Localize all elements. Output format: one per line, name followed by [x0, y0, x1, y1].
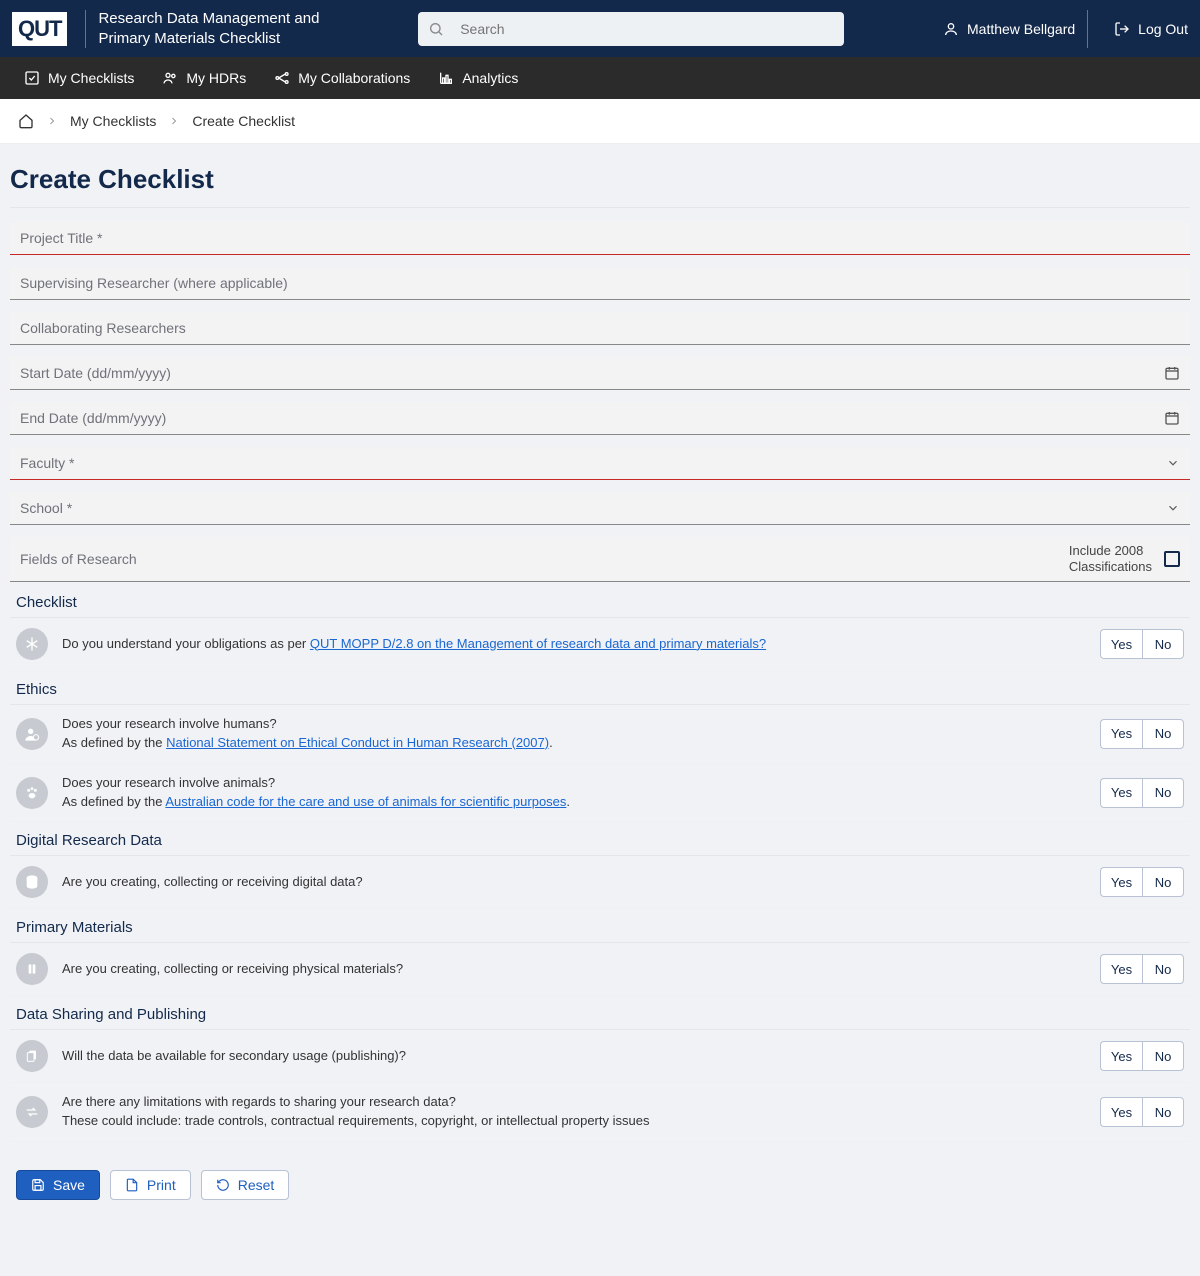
page-title: Create Checklist	[10, 164, 1190, 195]
nav-my-hdrs[interactable]: My HDRs	[148, 57, 260, 99]
yes-button[interactable]: Yes	[1100, 629, 1142, 659]
paw-icon	[16, 777, 48, 809]
search-input[interactable]	[452, 17, 834, 41]
calendar-icon	[1164, 410, 1180, 426]
nav-my-checklists[interactable]: My Checklists	[10, 57, 148, 99]
reset-icon	[216, 1178, 230, 1192]
save-icon	[31, 1178, 45, 1192]
school-select[interactable]: School *	[10, 492, 1190, 525]
no-button[interactable]: No	[1142, 629, 1184, 659]
breadcrumb-my-checklists[interactable]: My Checklists	[70, 113, 156, 129]
search-icon	[428, 21, 444, 37]
yes-button[interactable]: Yes	[1100, 1041, 1142, 1071]
print-button[interactable]: Print	[110, 1170, 191, 1200]
mopp-link[interactable]: QUT MOPP D/2.8 on the Management of rese…	[310, 636, 766, 651]
top-bar: QUT Research Data Management and Primary…	[0, 0, 1200, 57]
supervising-researcher-field[interactable]: Supervising Researcher (where applicable…	[10, 267, 1190, 300]
no-button[interactable]: No	[1142, 954, 1184, 984]
chevron-down-icon	[1166, 456, 1180, 470]
chart-icon	[438, 70, 454, 86]
no-button[interactable]: No	[1142, 867, 1184, 897]
question-digital-data: Are you creating, collecting or receivin…	[10, 856, 1190, 909]
project-title-field[interactable]: Project Title *	[10, 222, 1190, 255]
network-icon	[274, 70, 290, 86]
breadcrumb-bar: My Checklists Create Checklist	[0, 99, 1200, 144]
logout-icon	[1114, 21, 1130, 37]
flask-icon	[16, 953, 48, 985]
question-obligations: Do you understand your obligations as pe…	[10, 618, 1190, 671]
chevron-right-icon	[46, 115, 58, 127]
yes-button[interactable]: Yes	[1100, 1097, 1142, 1127]
chevron-down-icon	[1166, 501, 1180, 515]
no-button[interactable]: No	[1142, 719, 1184, 749]
app-title: Research Data Management and Primary Mat…	[98, 9, 319, 48]
calendar-icon	[1164, 365, 1180, 381]
include-2008-checkbox[interactable]	[1164, 551, 1180, 567]
people-icon	[162, 70, 178, 86]
yes-button[interactable]: Yes	[1100, 954, 1142, 984]
question-physical-materials: Are you creating, collecting or receivin…	[10, 943, 1190, 996]
home-icon[interactable]	[18, 113, 34, 129]
section-sharing-title: Data Sharing and Publishing	[10, 1006, 1190, 1023]
faculty-select[interactable]: Faculty *	[10, 447, 1190, 480]
section-checklist-title: Checklist	[10, 594, 1190, 611]
user-icon	[943, 21, 959, 37]
end-date-field[interactable]: End Date (dd/mm/yyyy)	[10, 402, 1190, 435]
aus-animal-code-link[interactable]: Australian code for the care and use of …	[165, 794, 566, 809]
chevron-right-icon	[168, 115, 180, 127]
user-name: Matthew Bellgard	[967, 21, 1075, 37]
question-secondary-usage: Will the data be available for secondary…	[10, 1030, 1190, 1083]
yes-button[interactable]: Yes	[1100, 778, 1142, 808]
asterisk-icon	[16, 628, 48, 660]
person-badge-icon	[16, 718, 48, 750]
no-button[interactable]: No	[1142, 1041, 1184, 1071]
search-box[interactable]	[418, 12, 844, 46]
reset-button[interactable]: Reset	[201, 1170, 290, 1200]
question-humans: Does your research involve humans? As de…	[10, 705, 1190, 764]
copy-icon	[16, 1040, 48, 1072]
section-ethics-title: Ethics	[10, 681, 1190, 698]
yes-button[interactable]: Yes	[1100, 867, 1142, 897]
breadcrumb: My Checklists Create Checklist	[18, 113, 1182, 129]
breadcrumb-current: Create Checklist	[192, 113, 295, 129]
question-animals: Does your research involve animals? As d…	[10, 764, 1190, 823]
nav-analytics[interactable]: Analytics	[424, 57, 532, 99]
question-limitations: Are there any limitations with regards t…	[10, 1083, 1190, 1142]
section-digital-title: Digital Research Data	[10, 832, 1190, 849]
section-primary-title: Primary Materials	[10, 919, 1190, 936]
yes-button[interactable]: Yes	[1100, 719, 1142, 749]
checklist-icon	[24, 70, 40, 86]
national-statement-link[interactable]: National Statement on Ethical Conduct in…	[166, 735, 549, 750]
no-button[interactable]: No	[1142, 1097, 1184, 1127]
nav-my-collaborations[interactable]: My Collaborations	[260, 57, 424, 99]
database-icon	[16, 866, 48, 898]
save-button[interactable]: Save	[16, 1170, 100, 1200]
logout-button[interactable]: Log Out	[1114, 21, 1188, 37]
collaborating-researchers-field[interactable]: Collaborating Researchers	[10, 312, 1190, 345]
fields-of-research-field[interactable]: Fields of Research Include 2008 Classifi…	[10, 537, 1190, 582]
document-icon	[125, 1178, 139, 1192]
main-nav: My Checklists My HDRs My Collaborations …	[0, 57, 1200, 99]
start-date-field[interactable]: Start Date (dd/mm/yyyy)	[10, 357, 1190, 390]
no-button[interactable]: No	[1142, 778, 1184, 808]
include-2008-label: Include 2008 Classifications	[1069, 543, 1152, 574]
brand-logo: QUT	[12, 12, 67, 46]
user-menu[interactable]: Matthew Bellgard	[943, 21, 1075, 37]
sync-icon	[16, 1096, 48, 1128]
